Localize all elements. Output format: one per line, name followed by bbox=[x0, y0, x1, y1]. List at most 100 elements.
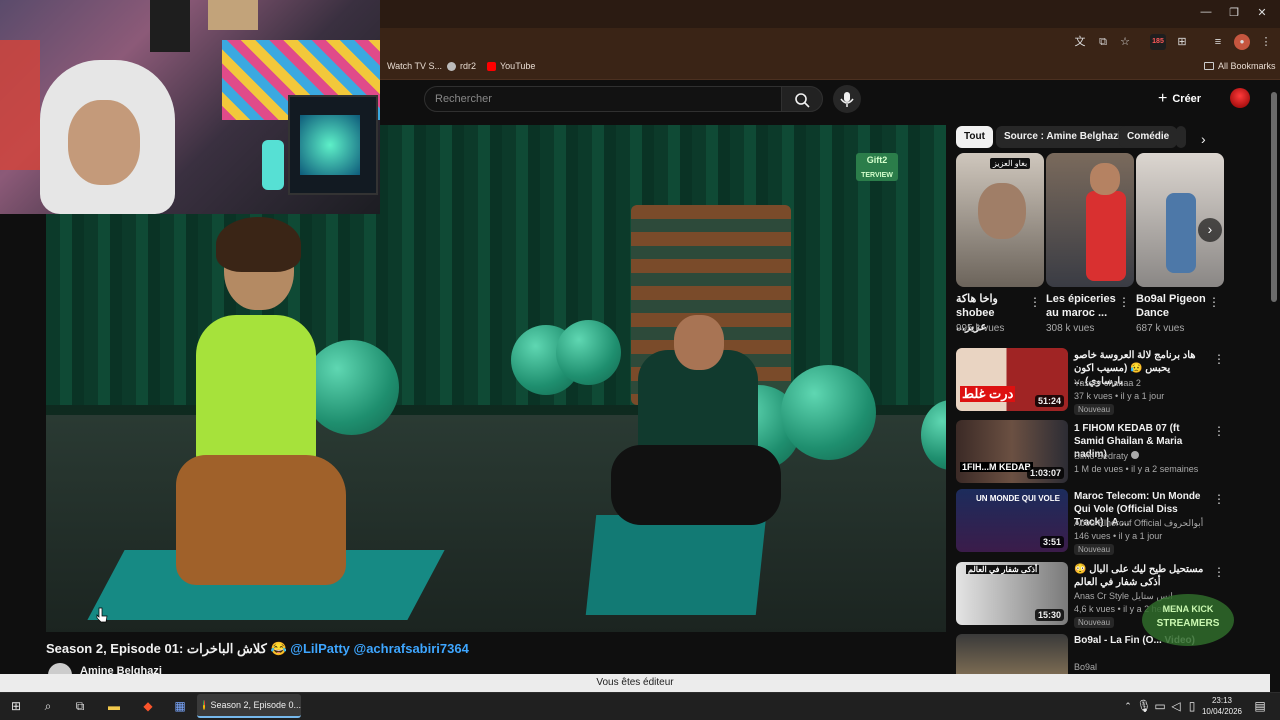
thumbnail-text: درت غلط bbox=[960, 386, 1016, 402]
notification-icon[interactable]: ▤ bbox=[1252, 698, 1268, 714]
short-title[interactable]: Bo9al Pigeon Dance bbox=[1136, 292, 1208, 320]
person-head bbox=[674, 315, 724, 370]
clock-time: 23:13 bbox=[1211, 696, 1233, 705]
hand-cursor-icon bbox=[96, 607, 108, 623]
all-bookmarks-label: All Bookmarks bbox=[1218, 61, 1276, 71]
minimize-icon[interactable]: — bbox=[1198, 6, 1214, 18]
chip-partial[interactable] bbox=[1176, 126, 1186, 148]
recommendation-thumbnail[interactable]: UN MONDE QUI VOLE 3:51 bbox=[956, 489, 1068, 552]
account-avatar[interactable] bbox=[1230, 88, 1250, 108]
person-trousers bbox=[611, 445, 781, 525]
media-control-icon[interactable]: ≡ bbox=[1210, 34, 1226, 50]
bookmark-label: Watch TV S... bbox=[387, 61, 443, 71]
video-duration: 15:30 bbox=[1034, 609, 1064, 621]
menu-icon[interactable]: ⋮ bbox=[1258, 34, 1274, 50]
search-button[interactable] bbox=[781, 86, 823, 112]
recommendation-channel[interactable]: Simo Sedraty bbox=[1074, 451, 1139, 461]
chip-tout[interactable]: Tout bbox=[956, 126, 993, 148]
exercise-ball bbox=[781, 365, 876, 460]
search-icon bbox=[795, 93, 810, 108]
recommendation-channel[interactable]: Abou-Elhorouf Official أبوالحروف bbox=[1074, 518, 1203, 529]
red-light bbox=[0, 40, 40, 170]
task-label: Season 2, Episode 0... bbox=[210, 700, 301, 710]
short-views: 687 k vues bbox=[1136, 323, 1185, 334]
more-options-icon[interactable]: ⋮ bbox=[1213, 424, 1225, 438]
recommendation-channel[interactable]: Yasser chanaa 2 bbox=[1074, 378, 1141, 388]
voice-search-button[interactable] bbox=[833, 85, 861, 113]
short-thumbnail[interactable] bbox=[1046, 153, 1134, 287]
person-hair bbox=[216, 217, 301, 272]
bookmark-youtube[interactable]: YouTube bbox=[487, 61, 535, 71]
recommendation-thumbnail[interactable]: درت غلط 51:24 bbox=[956, 348, 1068, 411]
new-badge: Nouveau bbox=[1074, 404, 1115, 415]
pc-rgb-light bbox=[300, 115, 360, 175]
more-options-icon[interactable]: ⋮ bbox=[1029, 295, 1041, 309]
recommendation-thumbnail[interactable]: 1FIH...M KEDAB 1:03:07 bbox=[956, 420, 1068, 483]
short-label: بغاو العزيز bbox=[990, 158, 1031, 169]
chevron-right-icon[interactable]: › bbox=[1201, 131, 1206, 147]
extensions-icon[interactable]: ⊞ bbox=[1174, 34, 1190, 50]
recommendation-title[interactable]: مستحيل طيح ليك على البال 😳 أذكى شفار في … bbox=[1074, 563, 1209, 589]
task-view-icon[interactable]: ⧉ bbox=[72, 698, 88, 714]
short-thumbnail[interactable]: › bbox=[1136, 153, 1224, 287]
create-label: Créer bbox=[1172, 93, 1202, 105]
profile-icon[interactable]: ● bbox=[1234, 34, 1250, 50]
recommendation-thumbnail[interactable] bbox=[956, 634, 1068, 674]
bookmark-watch-tv[interactable]: Watch TV S... bbox=[387, 61, 442, 71]
cast-icon[interactable]: ⧉ bbox=[1095, 34, 1111, 50]
recommendation-meta: 1 M de vues • il y a 2 semaines bbox=[1074, 464, 1199, 474]
windows-start-icon[interactable]: ⊞ bbox=[8, 698, 24, 714]
microphone-icon bbox=[840, 92, 854, 107]
person-red-shirt bbox=[1086, 191, 1126, 281]
short-thumbnail[interactable]: بغاو العزيز bbox=[956, 153, 1044, 287]
chevron-right-icon[interactable]: › bbox=[1198, 218, 1222, 242]
create-button[interactable]: + Créer bbox=[1158, 88, 1201, 110]
taskbar-active-task[interactable]: Season 2, Episode 0... bbox=[197, 694, 301, 718]
poster bbox=[150, 0, 190, 52]
plus-icon: + bbox=[1158, 90, 1168, 107]
video-duration: 3:51 bbox=[1039, 536, 1064, 548]
close-icon[interactable]: ✕ bbox=[1254, 6, 1270, 19]
store-icon[interactable]: ▦ bbox=[172, 698, 188, 714]
search-icon[interactable]: ⌕ bbox=[40, 698, 56, 714]
show-logo: Gift2 TERVIEW bbox=[856, 153, 898, 181]
person-trousers bbox=[176, 455, 346, 585]
more-options-icon[interactable]: ⋮ bbox=[1213, 492, 1225, 506]
file-explorer-icon[interactable]: ▬ bbox=[106, 698, 122, 714]
poster bbox=[208, 0, 258, 30]
chip-comedie[interactable]: Comédie bbox=[1119, 126, 1178, 148]
microphone-light bbox=[262, 140, 284, 190]
more-options-icon[interactable]: ⋮ bbox=[1213, 352, 1225, 366]
tray-chevron-icon[interactable]: ⌃ bbox=[1120, 698, 1136, 714]
restore-icon[interactable]: ❐ bbox=[1226, 6, 1242, 19]
battery-icon[interactable]: ▯ bbox=[1184, 698, 1200, 714]
video-title: Season 2, Episode 01: كلاش الباخرات 😂 @L… bbox=[46, 641, 469, 657]
short-title[interactable]: Les épiceries au maroc ... bbox=[1046, 292, 1118, 320]
recommendation-channel[interactable]: Bo9al bbox=[1074, 662, 1097, 672]
more-options-icon[interactable]: ⋮ bbox=[1213, 565, 1225, 579]
bookmark-star-icon[interactable]: ☆ bbox=[1117, 34, 1133, 50]
chip-source[interactable]: Source : Amine Belghazi bbox=[996, 126, 1129, 148]
video-title-mentions[interactable]: @LilPatty @achrafsabiri7364 bbox=[290, 641, 469, 656]
extension-badge[interactable]: 185 bbox=[1150, 34, 1166, 50]
exercise-ball bbox=[304, 340, 399, 435]
clock[interactable]: 23:13 10/04/2026 bbox=[1200, 695, 1244, 717]
yoga-mat bbox=[585, 515, 767, 615]
person bbox=[1166, 193, 1196, 273]
more-options-icon[interactable]: ⋮ bbox=[1208, 295, 1220, 309]
translate-icon[interactable]: 文 bbox=[1072, 34, 1088, 50]
all-bookmarks-button[interactable]: All Bookmarks bbox=[1204, 61, 1276, 71]
youtube-icon bbox=[487, 61, 496, 71]
bookmark-rdr2[interactable]: rdr2 bbox=[447, 61, 476, 71]
search-input[interactable]: Rechercher bbox=[424, 86, 782, 112]
more-options-icon[interactable]: ⋮ bbox=[1118, 295, 1130, 309]
page-scrollbar[interactable] bbox=[1271, 92, 1277, 302]
microphone-tray-icon[interactable]: 🎙 bbox=[1136, 698, 1152, 714]
volume-icon[interactable]: ◁ bbox=[1168, 698, 1184, 714]
brave-icon[interactable]: ◆ bbox=[140, 698, 156, 714]
folder-icon bbox=[1204, 62, 1214, 70]
new-badge: Nouveau bbox=[1074, 544, 1115, 555]
network-icon[interactable]: ▭ bbox=[1152, 698, 1168, 714]
short-views: 995 k vues bbox=[956, 323, 1005, 334]
recommendation-thumbnail[interactable]: أذكى شفار في العالم 15:30 bbox=[956, 562, 1068, 625]
